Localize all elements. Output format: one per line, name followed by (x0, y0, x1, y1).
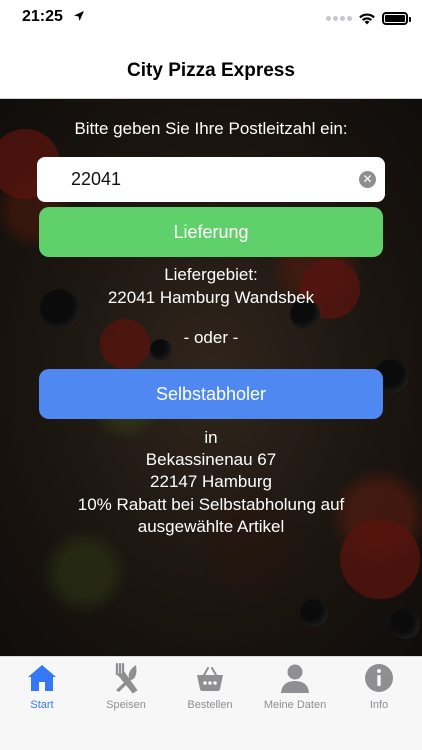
tab-speisen[interactable]: Speisen (84, 661, 168, 711)
basket-icon (197, 667, 223, 691)
discount-text-line2: ausgewählte Artikel (137, 517, 285, 536)
navigation-bar: City Pizza Express (0, 44, 422, 99)
or-separator: - oder - (183, 328, 239, 347)
tab-info[interactable]: Info (337, 661, 421, 711)
signal-icon (326, 16, 352, 21)
status-bar: 21:25 (0, 0, 422, 44)
page-title: City Pizza Express (127, 60, 295, 81)
status-time: 21:25 (22, 8, 63, 25)
pickup-street: Bekassinenau 67 (145, 450, 277, 469)
postal-code-value[interactable]: 22041 (71, 169, 121, 190)
tab-start-label: Start (30, 699, 54, 711)
discount-text-line1: 10% Rabatt bei Selbstabholung auf (77, 495, 345, 514)
delivery-button[interactable]: Lieferung (39, 207, 383, 257)
tab-bar: Start Speisen Bestellen Meine Daten Info (0, 656, 422, 750)
tab-info-label: Info (369, 699, 389, 711)
pickup-city: 22147 Hamburg (150, 472, 272, 491)
home-icon (28, 665, 56, 691)
tab-bestellen-label: Bestellen (187, 699, 233, 711)
wifi-icon (359, 13, 375, 25)
postal-code-prompt: Bitte geben Sie Ihre Postleitzahl ein: (74, 119, 348, 138)
delivery-button-label: Lieferung (173, 221, 249, 242)
tab-meine-daten[interactable]: Meine Daten (253, 661, 337, 711)
pickup-in-label: in (204, 428, 218, 447)
pickup-button[interactable]: Selbstabholer (39, 369, 383, 419)
tab-start[interactable]: Start (0, 661, 84, 711)
main-content: Bitte geben Sie Ihre Postleitzahl ein: 2… (0, 99, 422, 656)
info-icon (365, 664, 393, 692)
delivery-area-label: Liefergebiet: (164, 265, 258, 284)
person-icon (281, 664, 309, 693)
tab-bestellen[interactable]: Bestellen (168, 661, 252, 711)
fork-knife-icon (115, 662, 138, 694)
pickup-button-label: Selbstabholer (155, 383, 267, 404)
clear-icon[interactable]: ✕ (359, 171, 376, 188)
tab-meine-daten-label: Meine Daten (263, 699, 327, 711)
tab-speisen-label: Speisen (106, 699, 146, 711)
delivery-area-value: 22041 Hamburg Wandsbek (107, 288, 315, 307)
postal-code-input[interactable]: 22041 ✕ (37, 157, 385, 202)
battery-icon (382, 12, 411, 25)
status-indicators (326, 12, 411, 25)
location-arrow-icon (74, 11, 84, 21)
